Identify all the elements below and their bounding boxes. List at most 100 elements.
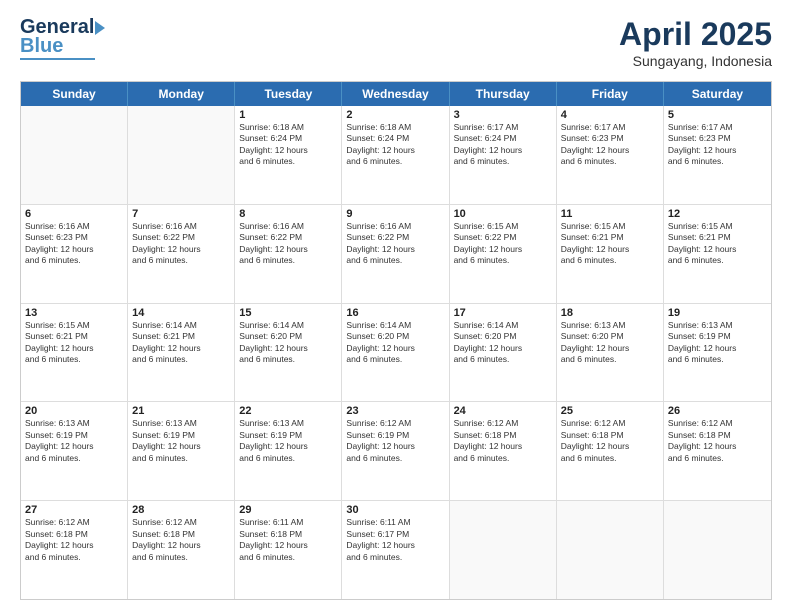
day-number: 12 xyxy=(668,208,767,220)
cell-info: Sunrise: 6:12 AM Sunset: 6:18 PM Dayligh… xyxy=(561,418,659,464)
day-number: 9 xyxy=(346,208,444,220)
logo-blue: Blue xyxy=(20,36,63,56)
calendar-cell xyxy=(557,501,664,599)
cell-info: Sunrise: 6:17 AM Sunset: 6:23 PM Dayligh… xyxy=(561,122,659,168)
title-area: April 2025 Sungayang, Indonesia xyxy=(619,16,772,69)
cell-info: Sunrise: 6:14 AM Sunset: 6:20 PM Dayligh… xyxy=(346,320,444,366)
day-number: 28 xyxy=(132,504,230,516)
calendar-cell xyxy=(21,106,128,204)
day-number: 7 xyxy=(132,208,230,220)
day-number: 5 xyxy=(668,109,767,121)
cell-info: Sunrise: 6:15 AM Sunset: 6:21 PM Dayligh… xyxy=(561,221,659,267)
cell-info: Sunrise: 6:11 AM Sunset: 6:17 PM Dayligh… xyxy=(346,517,444,563)
cell-info: Sunrise: 6:14 AM Sunset: 6:20 PM Dayligh… xyxy=(239,320,337,366)
calendar-row-4: 27Sunrise: 6:12 AM Sunset: 6:18 PM Dayli… xyxy=(21,501,771,599)
calendar-cell: 18Sunrise: 6:13 AM Sunset: 6:20 PM Dayli… xyxy=(557,304,664,402)
header-day-sunday: Sunday xyxy=(21,82,128,106)
calendar-cell: 21Sunrise: 6:13 AM Sunset: 6:19 PM Dayli… xyxy=(128,402,235,500)
calendar-cell: 13Sunrise: 6:15 AM Sunset: 6:21 PM Dayli… xyxy=(21,304,128,402)
calendar-cell: 7Sunrise: 6:16 AM Sunset: 6:22 PM Daylig… xyxy=(128,205,235,303)
cell-info: Sunrise: 6:17 AM Sunset: 6:23 PM Dayligh… xyxy=(668,122,767,168)
calendar-row-3: 20Sunrise: 6:13 AM Sunset: 6:19 PM Dayli… xyxy=(21,402,771,501)
day-number: 24 xyxy=(454,405,552,417)
calendar-row-1: 6Sunrise: 6:16 AM Sunset: 6:23 PM Daylig… xyxy=(21,205,771,304)
calendar-header: SundayMondayTuesdayWednesdayThursdayFrid… xyxy=(21,82,771,106)
header-day-saturday: Saturday xyxy=(664,82,771,106)
calendar-cell: 9Sunrise: 6:16 AM Sunset: 6:22 PM Daylig… xyxy=(342,205,449,303)
cell-info: Sunrise: 6:11 AM Sunset: 6:18 PM Dayligh… xyxy=(239,517,337,563)
calendar-cell: 30Sunrise: 6:11 AM Sunset: 6:17 PM Dayli… xyxy=(342,501,449,599)
day-number: 29 xyxy=(239,504,337,516)
cell-info: Sunrise: 6:14 AM Sunset: 6:21 PM Dayligh… xyxy=(132,320,230,366)
calendar-cell: 5Sunrise: 6:17 AM Sunset: 6:23 PM Daylig… xyxy=(664,106,771,204)
cell-info: Sunrise: 6:13 AM Sunset: 6:19 PM Dayligh… xyxy=(239,418,337,464)
day-number: 18 xyxy=(561,307,659,319)
calendar-cell: 1Sunrise: 6:18 AM Sunset: 6:24 PM Daylig… xyxy=(235,106,342,204)
day-number: 3 xyxy=(454,109,552,121)
calendar-cell: 25Sunrise: 6:12 AM Sunset: 6:18 PM Dayli… xyxy=(557,402,664,500)
day-number: 17 xyxy=(454,307,552,319)
calendar-cell xyxy=(128,106,235,204)
cell-info: Sunrise: 6:18 AM Sunset: 6:24 PM Dayligh… xyxy=(239,122,337,168)
calendar-cell: 26Sunrise: 6:12 AM Sunset: 6:18 PM Dayli… xyxy=(664,402,771,500)
day-number: 20 xyxy=(25,405,123,417)
cell-info: Sunrise: 6:13 AM Sunset: 6:19 PM Dayligh… xyxy=(668,320,767,366)
header-day-friday: Friday xyxy=(557,82,664,106)
cell-info: Sunrise: 6:12 AM Sunset: 6:18 PM Dayligh… xyxy=(668,418,767,464)
day-number: 25 xyxy=(561,405,659,417)
day-number: 19 xyxy=(668,307,767,319)
cell-info: Sunrise: 6:16 AM Sunset: 6:22 PM Dayligh… xyxy=(132,221,230,267)
cell-info: Sunrise: 6:12 AM Sunset: 6:18 PM Dayligh… xyxy=(454,418,552,464)
cell-info: Sunrise: 6:13 AM Sunset: 6:19 PM Dayligh… xyxy=(132,418,230,464)
calendar-cell: 11Sunrise: 6:15 AM Sunset: 6:21 PM Dayli… xyxy=(557,205,664,303)
day-number: 8 xyxy=(239,208,337,220)
cell-info: Sunrise: 6:13 AM Sunset: 6:19 PM Dayligh… xyxy=(25,418,123,464)
calendar-body: 1Sunrise: 6:18 AM Sunset: 6:24 PM Daylig… xyxy=(21,106,771,599)
calendar-cell: 19Sunrise: 6:13 AM Sunset: 6:19 PM Dayli… xyxy=(664,304,771,402)
calendar-cell: 17Sunrise: 6:14 AM Sunset: 6:20 PM Dayli… xyxy=(450,304,557,402)
cell-info: Sunrise: 6:13 AM Sunset: 6:20 PM Dayligh… xyxy=(561,320,659,366)
calendar-cell: 14Sunrise: 6:14 AM Sunset: 6:21 PM Dayli… xyxy=(128,304,235,402)
day-number: 16 xyxy=(346,307,444,319)
calendar-cell: 16Sunrise: 6:14 AM Sunset: 6:20 PM Dayli… xyxy=(342,304,449,402)
day-number: 14 xyxy=(132,307,230,319)
month-title: April 2025 xyxy=(619,16,772,53)
logo-underline xyxy=(20,58,95,60)
cell-info: Sunrise: 6:16 AM Sunset: 6:22 PM Dayligh… xyxy=(346,221,444,267)
calendar-cell: 20Sunrise: 6:13 AM Sunset: 6:19 PM Dayli… xyxy=(21,402,128,500)
cell-info: Sunrise: 6:14 AM Sunset: 6:20 PM Dayligh… xyxy=(454,320,552,366)
calendar-cell: 4Sunrise: 6:17 AM Sunset: 6:23 PM Daylig… xyxy=(557,106,664,204)
day-number: 15 xyxy=(239,307,337,319)
cell-info: Sunrise: 6:16 AM Sunset: 6:23 PM Dayligh… xyxy=(25,221,123,267)
calendar-cell: 27Sunrise: 6:12 AM Sunset: 6:18 PM Dayli… xyxy=(21,501,128,599)
cell-info: Sunrise: 6:12 AM Sunset: 6:19 PM Dayligh… xyxy=(346,418,444,464)
calendar-cell xyxy=(450,501,557,599)
day-number: 10 xyxy=(454,208,552,220)
cell-info: Sunrise: 6:15 AM Sunset: 6:21 PM Dayligh… xyxy=(25,320,123,366)
day-number: 1 xyxy=(239,109,337,121)
cell-info: Sunrise: 6:15 AM Sunset: 6:21 PM Dayligh… xyxy=(668,221,767,267)
day-number: 27 xyxy=(25,504,123,516)
header-day-thursday: Thursday xyxy=(450,82,557,106)
calendar-cell: 2Sunrise: 6:18 AM Sunset: 6:24 PM Daylig… xyxy=(342,106,449,204)
cell-info: Sunrise: 6:12 AM Sunset: 6:18 PM Dayligh… xyxy=(25,517,123,563)
calendar-cell: 6Sunrise: 6:16 AM Sunset: 6:23 PM Daylig… xyxy=(21,205,128,303)
day-number: 2 xyxy=(346,109,444,121)
cell-info: Sunrise: 6:16 AM Sunset: 6:22 PM Dayligh… xyxy=(239,221,337,267)
calendar-page: General Blue April 2025 Sungayang, Indon… xyxy=(0,0,792,612)
calendar-row-0: 1Sunrise: 6:18 AM Sunset: 6:24 PM Daylig… xyxy=(21,106,771,205)
logo: General Blue xyxy=(20,16,105,60)
cell-info: Sunrise: 6:15 AM Sunset: 6:22 PM Dayligh… xyxy=(454,221,552,267)
location: Sungayang, Indonesia xyxy=(619,53,772,69)
day-number: 22 xyxy=(239,405,337,417)
day-number: 13 xyxy=(25,307,123,319)
calendar-row-2: 13Sunrise: 6:15 AM Sunset: 6:21 PM Dayli… xyxy=(21,304,771,403)
calendar-cell: 23Sunrise: 6:12 AM Sunset: 6:19 PM Dayli… xyxy=(342,402,449,500)
calendar-cell: 8Sunrise: 6:16 AM Sunset: 6:22 PM Daylig… xyxy=(235,205,342,303)
day-number: 11 xyxy=(561,208,659,220)
header-day-monday: Monday xyxy=(128,82,235,106)
calendar-cell: 24Sunrise: 6:12 AM Sunset: 6:18 PM Dayli… xyxy=(450,402,557,500)
cell-info: Sunrise: 6:18 AM Sunset: 6:24 PM Dayligh… xyxy=(346,122,444,168)
calendar-cell: 22Sunrise: 6:13 AM Sunset: 6:19 PM Dayli… xyxy=(235,402,342,500)
calendar: SundayMondayTuesdayWednesdayThursdayFrid… xyxy=(20,81,772,600)
